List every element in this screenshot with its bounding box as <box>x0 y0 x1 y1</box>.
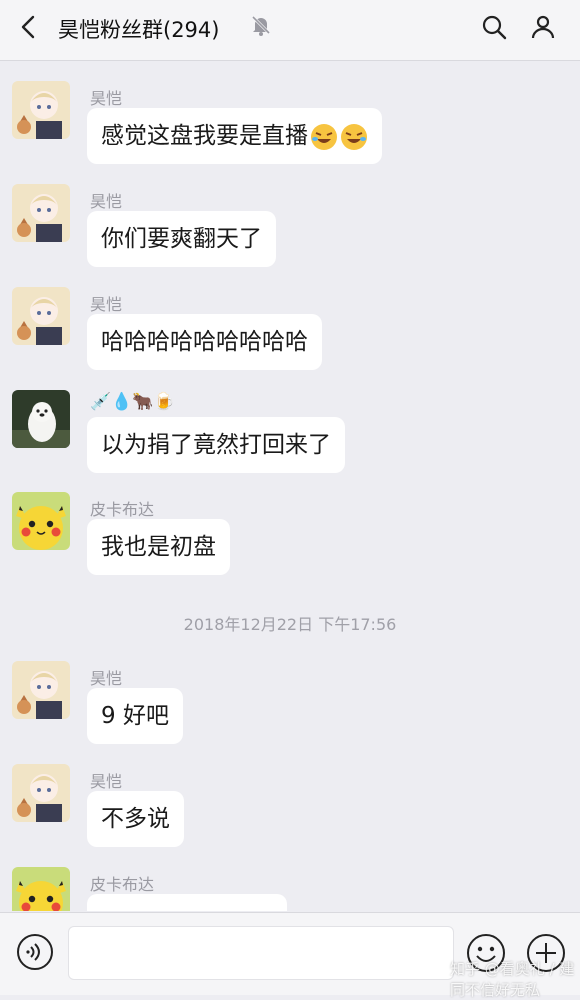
message-bubble[interactable] <box>87 894 287 911</box>
group-members-icon[interactable] <box>530 14 556 40</box>
sender-name: 皮卡布达 <box>90 500 155 519</box>
laughing-emoji-icon <box>341 123 367 150</box>
avatar[interactable] <box>12 661 70 719</box>
message-text: 以为捐了竟然打回来了 <box>101 432 331 458</box>
timestamp: 2018年12月22日 下午17:56 <box>183 615 397 634</box>
group-title: 昊恺粉丝群(294) <box>58 18 220 42</box>
message-bubble[interactable]: 9 好吧 <box>87 688 183 744</box>
chat-header: 昊恺粉丝群(294) <box>0 0 580 61</box>
message-text: 你们要爽翻天了 <box>101 226 262 252</box>
sender-name: 昊恺 <box>90 89 123 108</box>
search-icon[interactable] <box>481 14 507 40</box>
avatar[interactable] <box>12 492 70 550</box>
message-bubble[interactable]: 感觉这盘我要是直播 <box>87 108 382 164</box>
message-bubble[interactable]: 以为捐了竟然打回来了 <box>87 417 345 473</box>
sender-name: 昊恺 <box>90 772 123 791</box>
avatar[interactable] <box>12 764 70 822</box>
message-input[interactable] <box>68 926 454 980</box>
avatar[interactable] <box>12 287 70 345</box>
message-bubble[interactable]: 不多说 <box>87 791 184 847</box>
message-bubble[interactable]: 我也是初盘 <box>87 519 230 575</box>
voice-input-icon[interactable] <box>16 933 54 971</box>
message-list[interactable]: 昊恺 感觉这盘我要是直播 昊恺 你们要爽翻天了 昊恺 哈哈哈哈哈哈哈哈哈 💉💧🐂… <box>0 61 580 911</box>
message-bubble[interactable]: 你们要爽翻天了 <box>87 211 276 267</box>
message-text: 感觉这盘我要是直播 <box>101 123 308 149</box>
sender-name: 昊恺 <box>90 192 123 211</box>
sender-name: 昊恺 <box>90 295 123 314</box>
avatar[interactable] <box>12 867 70 911</box>
sender-name: 皮卡布达 <box>90 875 155 894</box>
laughing-emoji-icon <box>311 123 337 150</box>
avatar[interactable] <box>12 81 70 139</box>
avatar[interactable] <box>12 390 70 448</box>
message-text: 我也是初盘 <box>101 534 216 560</box>
message-text: 哈哈哈哈哈哈哈哈哈 <box>101 329 308 355</box>
back-arrow-icon[interactable] <box>14 12 44 42</box>
avatar[interactable] <box>12 184 70 242</box>
message-text: 9 好吧 <box>101 703 169 729</box>
message-text: 不多说 <box>101 806 170 832</box>
sender-name: 昊恺 <box>90 669 123 688</box>
message-bubble[interactable]: 哈哈哈哈哈哈哈哈哈 <box>87 314 322 370</box>
sender-name: 💉💧🐂🍺 <box>90 392 175 412</box>
mute-bell-icon <box>251 15 271 36</box>
